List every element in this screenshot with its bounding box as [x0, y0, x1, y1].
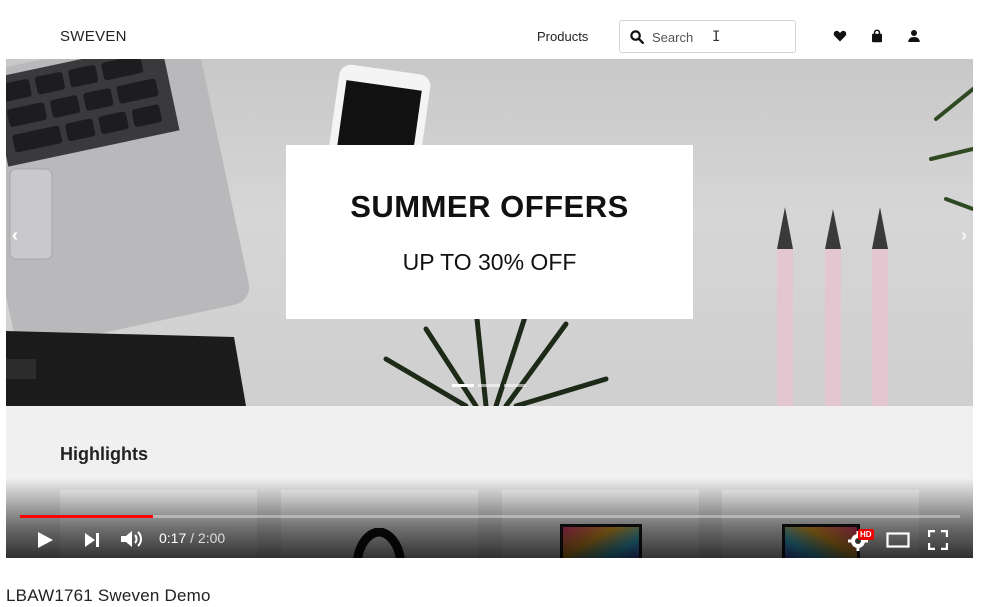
current-time: 0:17	[159, 530, 187, 546]
carousel-indicator[interactable]	[478, 384, 500, 387]
heart-icon[interactable]	[833, 29, 847, 43]
carousel-indicators	[452, 384, 526, 387]
fullscreen-icon[interactable]	[928, 530, 948, 550]
brand-logo[interactable]: SWEVEN	[60, 28, 127, 45]
highlights-title: Highlights	[60, 444, 148, 464]
search-icon	[630, 30, 644, 44]
offer-banner: SUMMER OFFERS UP TO 30% OFF	[286, 145, 693, 319]
player-controls-background	[6, 478, 973, 558]
carousel-indicator[interactable]	[504, 384, 526, 387]
hd-badge: HD	[858, 529, 874, 540]
progress-bar[interactable]	[20, 515, 960, 518]
time-display: 0:17 / 2:00	[159, 530, 226, 546]
volume-icon[interactable]	[120, 529, 144, 549]
nav-products-link[interactable]: Products	[537, 29, 588, 44]
carousel-prev-icon[interactable]: ‹	[12, 225, 18, 246]
duration: 2:00	[197, 530, 226, 546]
site-header: SWEVEN Products I	[6, 12, 973, 59]
theater-mode-icon[interactable]	[886, 532, 910, 548]
play-icon[interactable]	[36, 531, 54, 549]
offer-subtitle: UP TO 30% OFF	[402, 249, 577, 275]
text-cursor-icon: I	[712, 29, 721, 45]
next-icon[interactable]	[84, 532, 100, 548]
user-icon[interactable]	[907, 29, 921, 43]
progress-played	[20, 515, 154, 518]
hero-carousel[interactable]: ‹ › SUMMER OFFERS UP TO 30% OFF	[6, 59, 973, 406]
carousel-indicator[interactable]	[452, 384, 474, 387]
shopping-bag-icon[interactable]	[870, 29, 884, 43]
video-player[interactable]: SWEVEN Products I	[6, 12, 973, 558]
carousel-next-icon[interactable]: ›	[961, 225, 967, 246]
offer-title: SUMMER OFFERS	[350, 189, 629, 224]
search-box[interactable]: I	[619, 20, 796, 53]
video-title: LBAW1761 Sweven Demo	[6, 586, 211, 605]
